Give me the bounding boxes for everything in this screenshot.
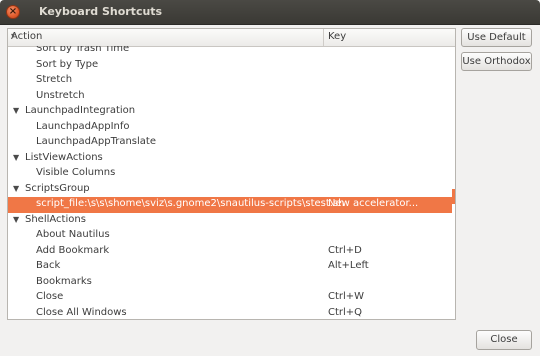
keyboard-shortcuts-dialog: × Keyboard Shortcuts Action ▾ Key Sort b… (0, 0, 540, 356)
expander-icon[interactable]: ▼ (13, 184, 19, 193)
tree-rows: Sort by Trash Time Sort by Type Stretch Uns… (8, 46, 455, 319)
tree-group-row[interactable]: ▼ LaunchpadIntegration (8, 104, 452, 120)
column-header-key[interactable]: Key (324, 29, 455, 46)
row-key-label[interactable]: Ctrl+W (328, 291, 364, 302)
row-action-label: Bookmarks (36, 275, 92, 287)
tree-row[interactable]: Close Ctrl+W (8, 290, 452, 306)
close-button[interactable]: Close (476, 330, 532, 350)
tree-group-row[interactable]: ▼ ShellActions (8, 213, 452, 229)
tree-group-row[interactable]: ▼ ScriptsGroup (8, 182, 452, 198)
row-action-label: Back (36, 260, 61, 271)
row-action-label: Add Bookmark (36, 244, 110, 256)
tree-row[interactable]: Visible Columns (8, 166, 452, 182)
row-action-label: ListViewActions (25, 151, 103, 163)
tree-row[interactable]: Bookmarks (8, 275, 452, 291)
row-key-label[interactable]: Ctrl+D (328, 245, 362, 256)
row-action-label: ScriptsGroup (25, 182, 90, 194)
use-orthodox-button[interactable]: Use Orthodox (461, 52, 532, 71)
tree-row[interactable]: Sort by Trash Time (8, 46, 452, 58)
titlebar: × Keyboard Shortcuts (0, 0, 540, 25)
row-key-label[interactable]: Ctrl+Q (328, 307, 362, 318)
sort-down-icon: ▾ (11, 31, 16, 40)
use-default-button[interactable]: Use Default (461, 28, 532, 47)
shortcuts-tree[interactable]: Action ▾ Key Sort by Trash Time Sort by T… (7, 28, 456, 320)
column-header-key-label: Key (328, 31, 347, 42)
tree-row[interactable]: LaunchpadAppTranslate (8, 135, 452, 151)
expander-icon[interactable]: ▼ (13, 106, 19, 115)
row-action-label: About Nautilus (36, 229, 110, 240)
tree-row[interactable]: LaunchpadAppInfo (8, 120, 452, 136)
tree-row[interactable]: About Nautilus (8, 228, 452, 244)
tree-row[interactable]: Add Bookmark Ctrl+D (8, 244, 452, 260)
row-action-label: Close All Windows (36, 306, 127, 318)
row-action-label: Close (36, 291, 64, 302)
scrollbar-indicator[interactable] (452, 189, 455, 204)
window-close-button[interactable]: × (6, 5, 20, 19)
row-key-label[interactable]: New accelerator... (328, 198, 418, 209)
row-key-label[interactable]: Alt+Left (328, 260, 369, 271)
row-action-label: script_file:\s\s\shome\sviz\s.gnome2\sna… (36, 198, 345, 209)
tree-row[interactable]: Sort by Type (8, 58, 452, 74)
row-action-label: LaunchpadAppTranslate (36, 136, 156, 147)
tree-row[interactable]: Stretch (8, 73, 452, 89)
column-header-action-label: Action (11, 31, 43, 42)
row-action-label: ShellActions (25, 213, 86, 225)
tree-row[interactable]: Close All Windows Ctrl+Q (8, 306, 452, 320)
tree-row[interactable]: Unstretch (8, 89, 452, 105)
row-action-label: Sort by Type (36, 58, 99, 70)
column-header-action[interactable]: Action ▾ (8, 29, 324, 46)
row-action-label: Visible Columns (36, 167, 116, 178)
row-action-label: LaunchpadAppInfo (36, 120, 130, 132)
tree-row[interactable]: script_file:\s\s\shome\sviz\s.gnome2\sna… (8, 197, 452, 213)
row-action-label: LaunchpadIntegration (25, 105, 136, 116)
expander-icon[interactable]: ▼ (13, 215, 19, 224)
row-action-label: Unstretch (36, 89, 85, 101)
window-title: Keyboard Shortcuts (39, 5, 163, 18)
tree-group-row[interactable]: ▼ ListViewActions (8, 151, 452, 167)
row-action-label: Stretch (36, 74, 73, 85)
tree-row[interactable]: Back Alt+Left (8, 259, 452, 275)
expander-icon[interactable]: ▼ (13, 153, 19, 162)
row-action-label: Sort by Trash Time (36, 46, 130, 54)
tree-header: Action ▾ Key (8, 29, 455, 47)
